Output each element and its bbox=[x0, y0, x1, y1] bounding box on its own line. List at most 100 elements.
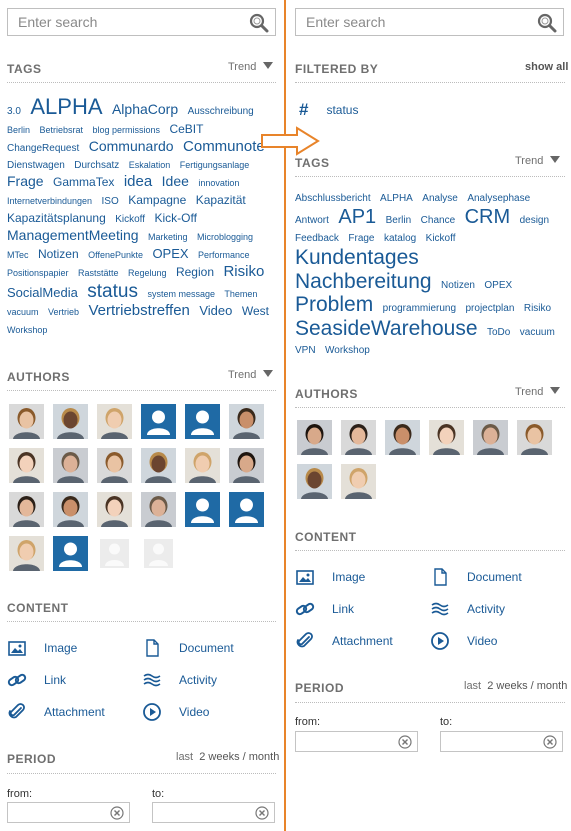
content-filter-attachment[interactable]: Attachment bbox=[295, 631, 393, 651]
content-filter-attachment[interactable]: Attachment bbox=[7, 702, 105, 722]
tag-link[interactable]: ManagementMeeting bbox=[7, 227, 139, 243]
tag-link[interactable]: CRM bbox=[465, 206, 511, 228]
tag-link[interactable]: Regelung bbox=[128, 268, 167, 278]
tag-link[interactable]: vacuum bbox=[7, 307, 39, 317]
tag-link[interactable]: katalog bbox=[384, 233, 416, 244]
period-range[interactable]: last 2 weeks / month bbox=[464, 680, 567, 692]
from-date-input[interactable] bbox=[296, 732, 386, 752]
tag-link[interactable]: status bbox=[87, 281, 138, 302]
tag-link[interactable]: Dienstwagen bbox=[7, 160, 65, 171]
content-filter-activity[interactable]: Activity bbox=[430, 599, 505, 619]
author-avatar[interactable] bbox=[341, 464, 376, 499]
tag-link[interactable]: idea bbox=[124, 173, 152, 190]
authors-trend-dropdown[interactable]: Trend bbox=[228, 369, 274, 381]
tag-link[interactable]: Idee bbox=[162, 173, 189, 190]
tag-link[interactable]: blog permissions bbox=[92, 125, 160, 135]
tag-link[interactable]: Frage bbox=[348, 233, 374, 244]
author-avatar[interactable] bbox=[297, 464, 332, 499]
tag-link[interactable]: AlphaCorp bbox=[112, 101, 178, 117]
content-filter-document[interactable]: Document bbox=[430, 567, 522, 587]
tag-link[interactable]: Antwort bbox=[295, 215, 329, 226]
to-date-input[interactable] bbox=[441, 732, 531, 752]
tag-link[interactable]: Kickoff bbox=[426, 233, 456, 244]
tag-link[interactable]: Communardo bbox=[89, 138, 174, 154]
tag-link[interactable]: Workshop bbox=[325, 345, 370, 356]
content-filter-video[interactable]: Video bbox=[430, 631, 497, 651]
tag-link[interactable]: programmierung bbox=[383, 303, 456, 314]
tag-link[interactable]: Problem bbox=[295, 293, 373, 316]
tag-link[interactable]: 3.0 bbox=[7, 106, 21, 117]
tag-link[interactable]: Berlin bbox=[386, 215, 412, 226]
search-input[interactable] bbox=[296, 9, 516, 35]
tag-link[interactable]: Durchsatz bbox=[74, 160, 119, 171]
tag-link[interactable]: Berlin bbox=[7, 125, 30, 135]
tag-link[interactable]: Positionspapier bbox=[7, 268, 69, 278]
to-date-field[interactable] bbox=[440, 731, 563, 752]
author-avatar[interactable] bbox=[9, 448, 44, 483]
authors-trend-dropdown[interactable]: Trend bbox=[515, 386, 561, 398]
tag-link[interactable]: ALPHA bbox=[380, 193, 413, 204]
tags-trend-dropdown[interactable]: Trend bbox=[228, 61, 274, 73]
author-avatar[interactable] bbox=[9, 536, 44, 571]
tag-link[interactable]: Workshop bbox=[7, 325, 47, 335]
author-avatar[interactable] bbox=[141, 492, 176, 527]
active-filter[interactable]: # status bbox=[299, 100, 358, 120]
tag-link[interactable]: OPEX bbox=[484, 280, 512, 291]
tag-link[interactable]: Kundentages bbox=[295, 246, 419, 269]
content-filter-image[interactable]: Image bbox=[295, 567, 365, 587]
tag-link[interactable]: Kick-Off bbox=[155, 211, 197, 225]
author-avatar[interactable] bbox=[9, 404, 44, 439]
tag-link[interactable]: Internetverbindungen bbox=[7, 196, 92, 206]
tag-link[interactable]: Notizen bbox=[38, 247, 79, 261]
content-filter-document[interactable]: Document bbox=[142, 638, 234, 658]
author-avatar[interactable] bbox=[297, 420, 332, 455]
tag-link[interactable]: Eskalation bbox=[129, 160, 171, 170]
author-avatar[interactable] bbox=[185, 492, 220, 527]
tag-link[interactable]: Vertriebstreffen bbox=[88, 302, 189, 319]
from-date-input[interactable] bbox=[8, 803, 98, 823]
author-avatar[interactable] bbox=[473, 420, 508, 455]
tag-link[interactable]: Risiko bbox=[223, 263, 264, 280]
tag-link[interactable]: Microblogging bbox=[197, 232, 253, 242]
tag-link[interactable]: Themen bbox=[224, 289, 257, 299]
author-avatar[interactable] bbox=[185, 404, 220, 439]
tag-link[interactable]: design bbox=[520, 215, 549, 226]
tag-link[interactable]: vacuum bbox=[520, 327, 555, 338]
search-box[interactable] bbox=[7, 8, 276, 36]
tag-link[interactable]: ALPHA bbox=[30, 94, 102, 119]
tag-link[interactable]: OPEX bbox=[152, 246, 188, 261]
author-avatar[interactable] bbox=[517, 420, 552, 455]
tag-link[interactable]: Kapazitätsplanung bbox=[7, 211, 106, 225]
content-filter-activity[interactable]: Activity bbox=[142, 670, 217, 690]
tag-link[interactable]: Fertigungsanlage bbox=[180, 160, 250, 170]
tag-link[interactable]: Betriebsrat bbox=[39, 125, 83, 135]
tag-link[interactable]: Region bbox=[176, 265, 214, 279]
tag-link[interactable]: Abschlussbericht bbox=[295, 193, 371, 204]
author-avatar[interactable] bbox=[385, 420, 420, 455]
tag-link[interactable]: Kickoff bbox=[115, 214, 145, 225]
author-avatar[interactable] bbox=[229, 492, 264, 527]
search-icon[interactable] bbox=[537, 13, 557, 33]
tag-link[interactable]: Video bbox=[199, 303, 232, 318]
tag-link[interactable]: SeasideWarehouse bbox=[295, 317, 478, 340]
to-date-input[interactable] bbox=[153, 803, 243, 823]
tag-link[interactable]: AP1 bbox=[338, 206, 376, 228]
tag-link[interactable]: Analyse bbox=[422, 193, 458, 204]
clear-icon[interactable] bbox=[398, 735, 412, 749]
tag-link[interactable]: Kapazität bbox=[196, 193, 246, 207]
author-avatar[interactable] bbox=[53, 404, 88, 439]
content-filter-image[interactable]: Image bbox=[7, 638, 77, 658]
author-avatar[interactable] bbox=[97, 536, 132, 571]
clear-icon[interactable] bbox=[543, 735, 557, 749]
tag-link[interactable]: Chance bbox=[421, 215, 455, 226]
author-avatar[interactable] bbox=[53, 492, 88, 527]
tag-link[interactable]: Notizen bbox=[441, 280, 475, 291]
content-filter-link[interactable]: Link bbox=[7, 670, 66, 690]
author-avatar[interactable] bbox=[97, 448, 132, 483]
search-input[interactable] bbox=[8, 9, 228, 35]
tag-link[interactable]: Raststätte bbox=[78, 268, 119, 278]
tag-link[interactable]: CeBIT bbox=[169, 122, 203, 136]
tag-link[interactable]: ISO bbox=[102, 196, 119, 207]
tag-link[interactable]: Risiko bbox=[524, 303, 551, 314]
tag-link[interactable]: innovation bbox=[198, 178, 239, 188]
